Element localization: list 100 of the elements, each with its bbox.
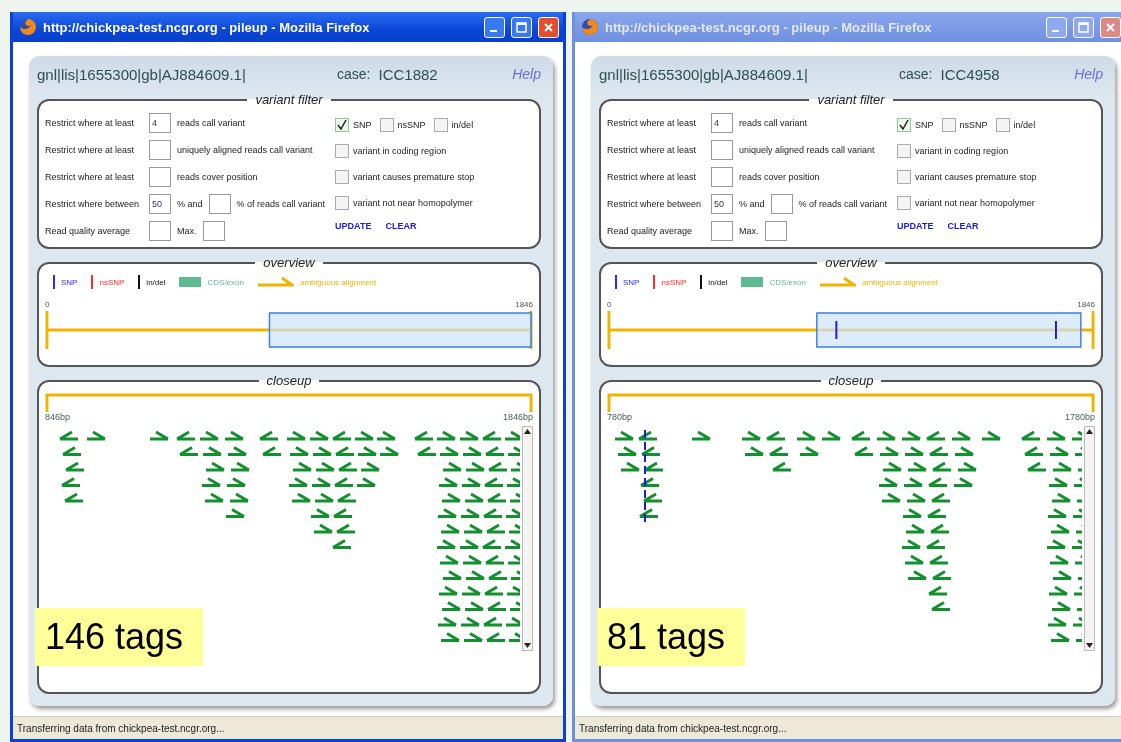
filter-label: reads cover position [739, 172, 820, 182]
maximize-button[interactable] [1073, 16, 1094, 38]
filter-label: Max. [739, 226, 759, 236]
maximize-button[interactable] [511, 16, 532, 38]
case-label: case: [337, 66, 371, 82]
tag-count-label: 146 tags [35, 608, 204, 666]
filter-label: % and [177, 199, 203, 209]
range-label: 1780bp [1064, 412, 1095, 422]
action-link[interactable]: CLEAR [947, 221, 979, 231]
status-bar: Transferring data from chickpea-test.ncgr.org... [13, 716, 563, 739]
filter-label: % of reads call variant [798, 199, 888, 209]
legend-label: nsSNP [661, 277, 687, 287]
down-arrow-icon[interactable] [1085, 641, 1094, 650]
checkbox[interactable] [995, 118, 1010, 132]
sequence-id: gnl|lis|1655300|gb|AJ884609.1| [599, 65, 809, 83]
checkbox-label: variant in coding region [915, 146, 1009, 156]
checkbox[interactable] [897, 196, 912, 210]
window-title: http://chickpea-test.ncgr.org - pileup - Mozilla Firefox [605, 19, 933, 35]
checkbox[interactable] [335, 196, 350, 210]
filter-label: % of reads call variant [236, 199, 326, 209]
checkbox-label: nsSNP [397, 120, 426, 130]
section-legend: variant filter [247, 92, 331, 107]
down-arrow-icon[interactable] [523, 641, 532, 650]
checkbox-label: variant causes premature stop [353, 172, 475, 182]
minimize-button[interactable] [484, 16, 505, 38]
input-field[interactable]: 50 [149, 194, 171, 214]
legend-label: ambiguous alignment [861, 277, 938, 287]
up-arrow-icon[interactable] [1085, 427, 1094, 436]
checkbox-label: SNP [915, 120, 934, 130]
filter-label: uniquely aligned reads call variant [177, 145, 313, 155]
action-link[interactable]: UPDATE [335, 221, 372, 231]
filter-label: reads call variant [739, 118, 808, 128]
minimize-icon [489, 29, 497, 32]
up-arrow-icon[interactable] [523, 427, 532, 436]
checkbox[interactable] [897, 170, 912, 184]
input-field[interactable]: 50 [711, 194, 733, 214]
tag-count-label: 81 tags [597, 608, 746, 666]
checkbox[interactable] [379, 118, 394, 132]
legend-label: in/del [146, 277, 166, 287]
input-field[interactable] [711, 140, 733, 160]
legend-label: in/del [708, 277, 728, 287]
range-label: 1846bp [502, 412, 533, 422]
checkbox[interactable] [335, 144, 350, 158]
input-field[interactable] [770, 194, 793, 214]
checkbox-label: in/del [1013, 120, 1036, 130]
input-field[interactable] [202, 221, 225, 241]
axis-label: 1846 [515, 300, 533, 309]
checkbox[interactable] [433, 118, 448, 132]
filter-label: Restrict where at least [607, 118, 698, 128]
section-legend: closeup [820, 373, 882, 388]
checkbox[interactable] [335, 118, 350, 132]
window-title: http://chickpea-test.ncgr.org - pileup - Mozilla Firefox [43, 19, 371, 35]
axis-label: 0 [607, 300, 612, 309]
legend-label: ambiguous alignment [299, 277, 376, 287]
checkbox[interactable] [897, 118, 912, 132]
filter-label: Max. [177, 226, 197, 236]
input-field[interactable] [764, 221, 787, 241]
filter-label: reads call variant [177, 118, 246, 128]
action-link[interactable]: CLEAR [385, 221, 417, 231]
filter-label: Restrict where at least [607, 145, 698, 155]
section-legend: overview [255, 255, 323, 270]
scrollbar[interactable] [522, 426, 533, 651]
range-label: 780bp [607, 412, 633, 422]
minimize-button[interactable] [1046, 16, 1067, 38]
section-legend: closeup [258, 373, 320, 388]
close-icon [1105, 21, 1116, 33]
close-button[interactable] [538, 16, 559, 38]
sequence-id: gnl|lis|1655300|gb|AJ884609.1| [37, 65, 247, 83]
checkbox[interactable] [335, 170, 350, 184]
filter-label: Restrict where at least [45, 145, 136, 155]
checkbox-label: variant not near homopolymer [353, 198, 473, 208]
filter-label: % and [739, 199, 765, 209]
case-value: ICC1882 [378, 65, 438, 83]
input-field[interactable] [149, 221, 171, 241]
case-value: ICC4958 [940, 65, 1000, 83]
maximize-icon [516, 21, 527, 33]
status-bar: Transferring data from chickpea-test.ncgr.org... [575, 716, 1121, 739]
checkbox-label: in/del [451, 120, 474, 130]
close-button[interactable] [1100, 16, 1121, 38]
browser-icon [19, 18, 37, 36]
input-field[interactable] [711, 167, 733, 187]
input-field[interactable]: 4 [711, 113, 733, 133]
filter-label: uniquely aligned reads call variant [739, 145, 875, 155]
input-field[interactable] [711, 221, 733, 241]
axis-label: 1846 [1077, 300, 1095, 309]
scrollbar[interactable] [1084, 426, 1095, 651]
maximize-icon [1078, 21, 1089, 33]
input-field[interactable] [149, 167, 171, 187]
checkbox-label: nsSNP [959, 120, 988, 130]
filter-label: reads cover position [177, 172, 258, 182]
filter-label: Restrict where between [607, 199, 703, 209]
input-field[interactable] [149, 140, 171, 160]
checkbox[interactable] [897, 144, 912, 158]
input-field[interactable] [208, 194, 231, 214]
checkbox[interactable] [941, 118, 956, 132]
browser-icon [581, 18, 599, 36]
input-field[interactable]: 4 [149, 113, 171, 133]
action-link[interactable]: UPDATE [897, 221, 934, 231]
legend-label: SNP [623, 277, 640, 287]
legend-label: nsSNP [99, 277, 125, 287]
